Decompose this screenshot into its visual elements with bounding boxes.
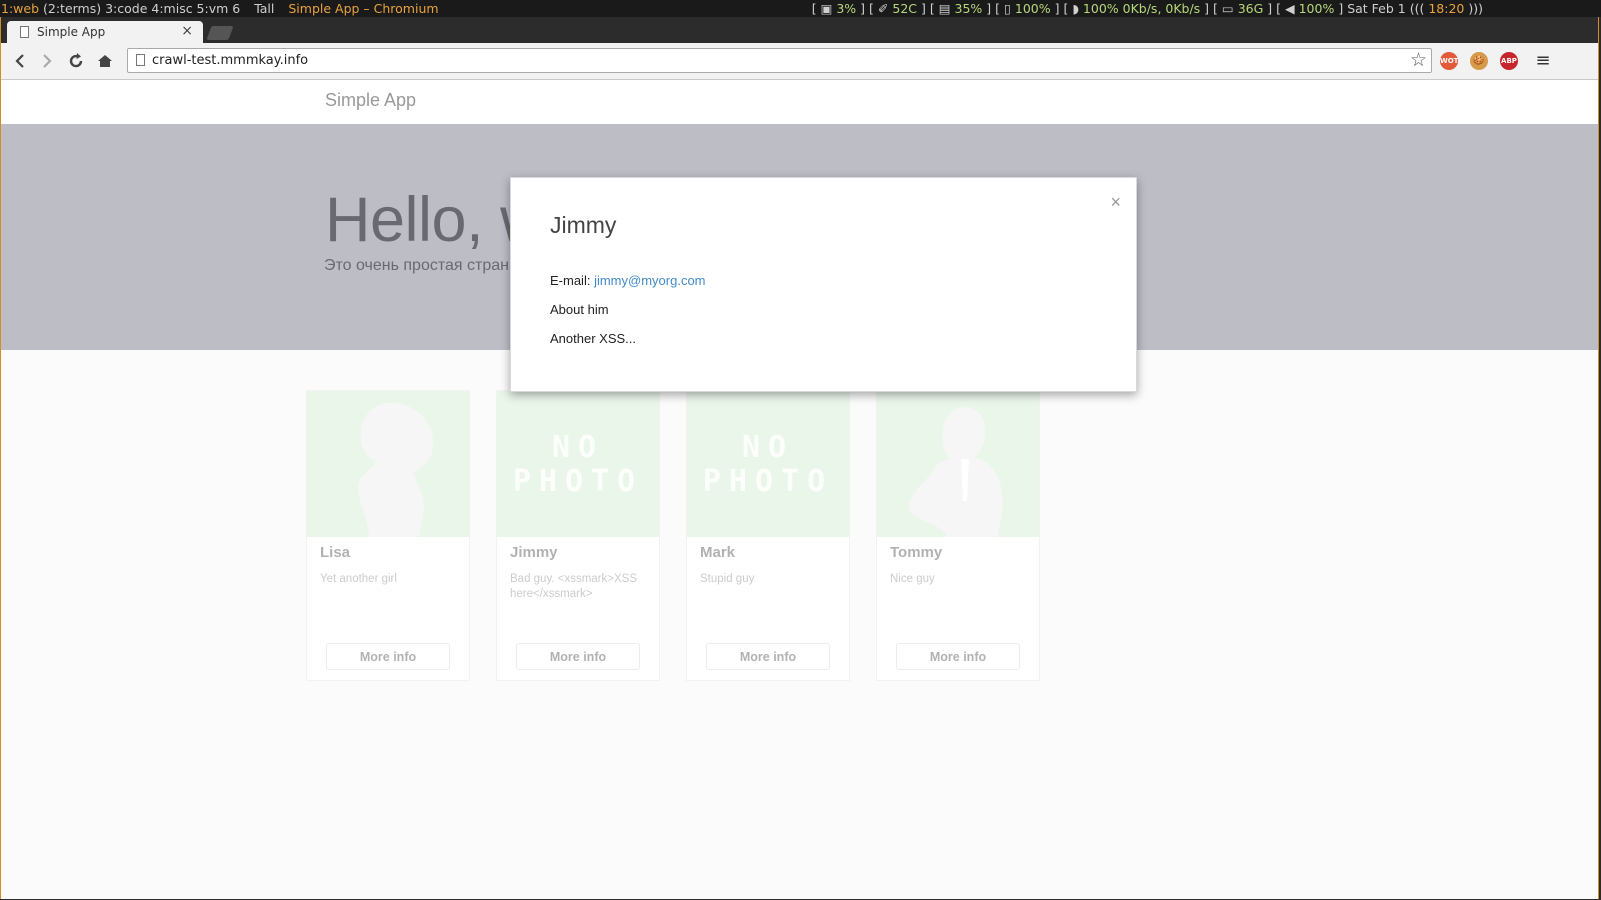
battery-icon: ▯ xyxy=(1004,1,1011,16)
person-modal: Jimmy × E-mail: jimmy@myorg.com About hi… xyxy=(510,177,1137,392)
back-button[interactable] xyxy=(10,51,30,71)
browser-toolbar: crawl-test.mmmkay.info ☆ WOT 🍪 ABP ≡ xyxy=(1,43,1598,80)
wifi-stat: [ ◗ 100% 0Kb/s, 0Kb/s ] xyxy=(1063,1,1210,16)
reload-button[interactable] xyxy=(66,51,86,71)
modal-close-icon[interactable]: × xyxy=(1110,192,1121,213)
wot-extension-icon[interactable]: WOT xyxy=(1440,52,1458,70)
wm-status-bar: 1:web (2:terms) 3:code 4:misc 5:vm 6 Tal… xyxy=(0,0,1601,17)
more-info-button[interactable]: More info xyxy=(516,643,640,670)
workspace-web[interactable]: 1:web xyxy=(1,1,39,16)
cpu-stat: [ ▣ 3% ] xyxy=(811,1,866,16)
tab-close-icon[interactable]: × xyxy=(181,23,193,39)
speaker-icon: ◀ xyxy=(1285,1,1295,16)
browser-window: Simple App × crawl-test.mmmkay.info ☆ WO… xyxy=(0,17,1599,899)
more-info-button[interactable]: More info xyxy=(326,643,450,670)
url-text[interactable]: crawl-test.mmmkay.info xyxy=(152,53,308,68)
card-description: Stupid guy xyxy=(700,573,755,585)
cookie-extension-icon[interactable]: 🍪 xyxy=(1470,52,1488,70)
tab-strip: Simple App × xyxy=(1,17,1598,43)
card-name: Lisa xyxy=(320,544,351,561)
workspace-list[interactable]: (2:terms) 3:code 4:misc 5:vm 6 xyxy=(43,1,240,16)
email-link[interactable]: jimmy@myorg.com xyxy=(594,273,705,288)
person-card-mark: NO PHOTO Mark Stupid guy More info xyxy=(686,390,850,681)
wifi-icon: ◗ xyxy=(1072,1,1079,16)
modal-about-text: Another XSS... xyxy=(550,331,636,346)
photo-no-photo: NO PHOTO xyxy=(687,391,849,537)
no-photo-placeholder: NO PHOTO xyxy=(702,430,834,499)
person-card-lisa: Lisa Yet another girl More info xyxy=(306,390,470,681)
modal-title: Jimmy xyxy=(550,212,617,238)
more-info-button[interactable]: More info xyxy=(706,643,830,670)
wm-date: Sat Feb 1 xyxy=(1347,1,1406,16)
cpu-icon: ▣ xyxy=(820,1,833,16)
home-button[interactable] xyxy=(95,51,115,71)
card-name: Tommy xyxy=(890,544,943,561)
clock-close: ))) xyxy=(1468,1,1483,16)
wm-clock: 18:20 xyxy=(1428,1,1465,16)
site-navbar: Simple App xyxy=(1,80,1598,125)
volume-stat: [ ◀ 100% ] xyxy=(1276,1,1344,16)
wm-workspaces: 1:web (2:terms) 3:code 4:misc 5:vm 6 Tal… xyxy=(1,0,439,17)
wm-system-stats: [ ▣ 3% ] [ ✐ 52C ] [ ▤ 35% ] [ ▯ 100% ] … xyxy=(812,0,1483,17)
wm-window-title: Simple App – Chromium xyxy=(288,1,439,16)
mem-stat: [ ▤ 35% ] xyxy=(929,1,992,16)
hero-subtitle: Это очень простая страница xyxy=(324,257,536,274)
thermometer-icon: ✐ xyxy=(877,1,889,16)
page-icon xyxy=(136,54,145,66)
modal-email-row: E-mail: jimmy@myorg.com xyxy=(550,273,706,288)
no-photo-placeholder: NO PHOTO xyxy=(512,430,644,499)
site-brand[interactable]: Simple App xyxy=(325,90,416,111)
wm-layout: Tall xyxy=(254,1,275,16)
reload-icon xyxy=(69,53,83,68)
arrow-right-icon xyxy=(43,54,52,68)
browser-menu-icon[interactable]: ≡ xyxy=(1533,51,1553,71)
adblock-extension-icon[interactable]: ABP xyxy=(1500,52,1518,70)
more-info-button[interactable]: More info xyxy=(896,643,1020,670)
page-viewport: Simple App Hello, world! Это очень прост… xyxy=(1,80,1598,899)
person-card-tommy: Tommy Nice guy More info xyxy=(876,390,1040,681)
modal-about-heading: About him xyxy=(550,302,609,317)
photo-silhouette-man xyxy=(877,391,1039,537)
temp-stat: [ ✐ 52C ] xyxy=(869,1,926,16)
photo-silhouette-woman xyxy=(307,391,469,537)
man-silhouette-icon xyxy=(908,407,1003,537)
new-tab-button[interactable] xyxy=(206,26,234,40)
address-bar[interactable]: crawl-test.mmmkay.info ☆ xyxy=(127,48,1432,73)
card-description: Yet another girl xyxy=(320,573,397,585)
arrow-left-icon xyxy=(15,54,24,68)
tab-simple-app[interactable]: Simple App × xyxy=(7,21,203,43)
woman-silhouette-icon xyxy=(358,402,434,537)
battery-stat: [ ▯ 100% ] xyxy=(995,1,1060,16)
forward-button[interactable] xyxy=(37,51,57,71)
memory-icon: ▤ xyxy=(938,1,951,16)
disk-stat: [ ▭ 36G ] xyxy=(1213,1,1273,16)
email-label: E-mail: xyxy=(550,273,591,288)
person-card-jimmy: NO PHOTO Jimmy Bad guy. <xssmark>XSS here… xyxy=(496,390,660,681)
card-description: Nice guy xyxy=(890,573,935,585)
clock-open: ((( xyxy=(1409,1,1425,16)
home-icon xyxy=(98,55,112,67)
tab-label: Simple App xyxy=(37,25,106,39)
card-description: Bad guy. <xssmark>XSS here</xssmark> xyxy=(510,573,637,600)
card-name: Jimmy xyxy=(510,544,558,561)
people-cards: Lisa Yet another girl More info NO PHOTO … xyxy=(306,390,1056,685)
disk-icon: ▭ xyxy=(1221,1,1234,16)
photo-no-photo: NO PHOTO xyxy=(497,391,659,537)
bookmark-star-icon[interactable]: ☆ xyxy=(1410,49,1427,71)
page-icon xyxy=(20,26,29,38)
card-name: Mark xyxy=(700,544,736,561)
